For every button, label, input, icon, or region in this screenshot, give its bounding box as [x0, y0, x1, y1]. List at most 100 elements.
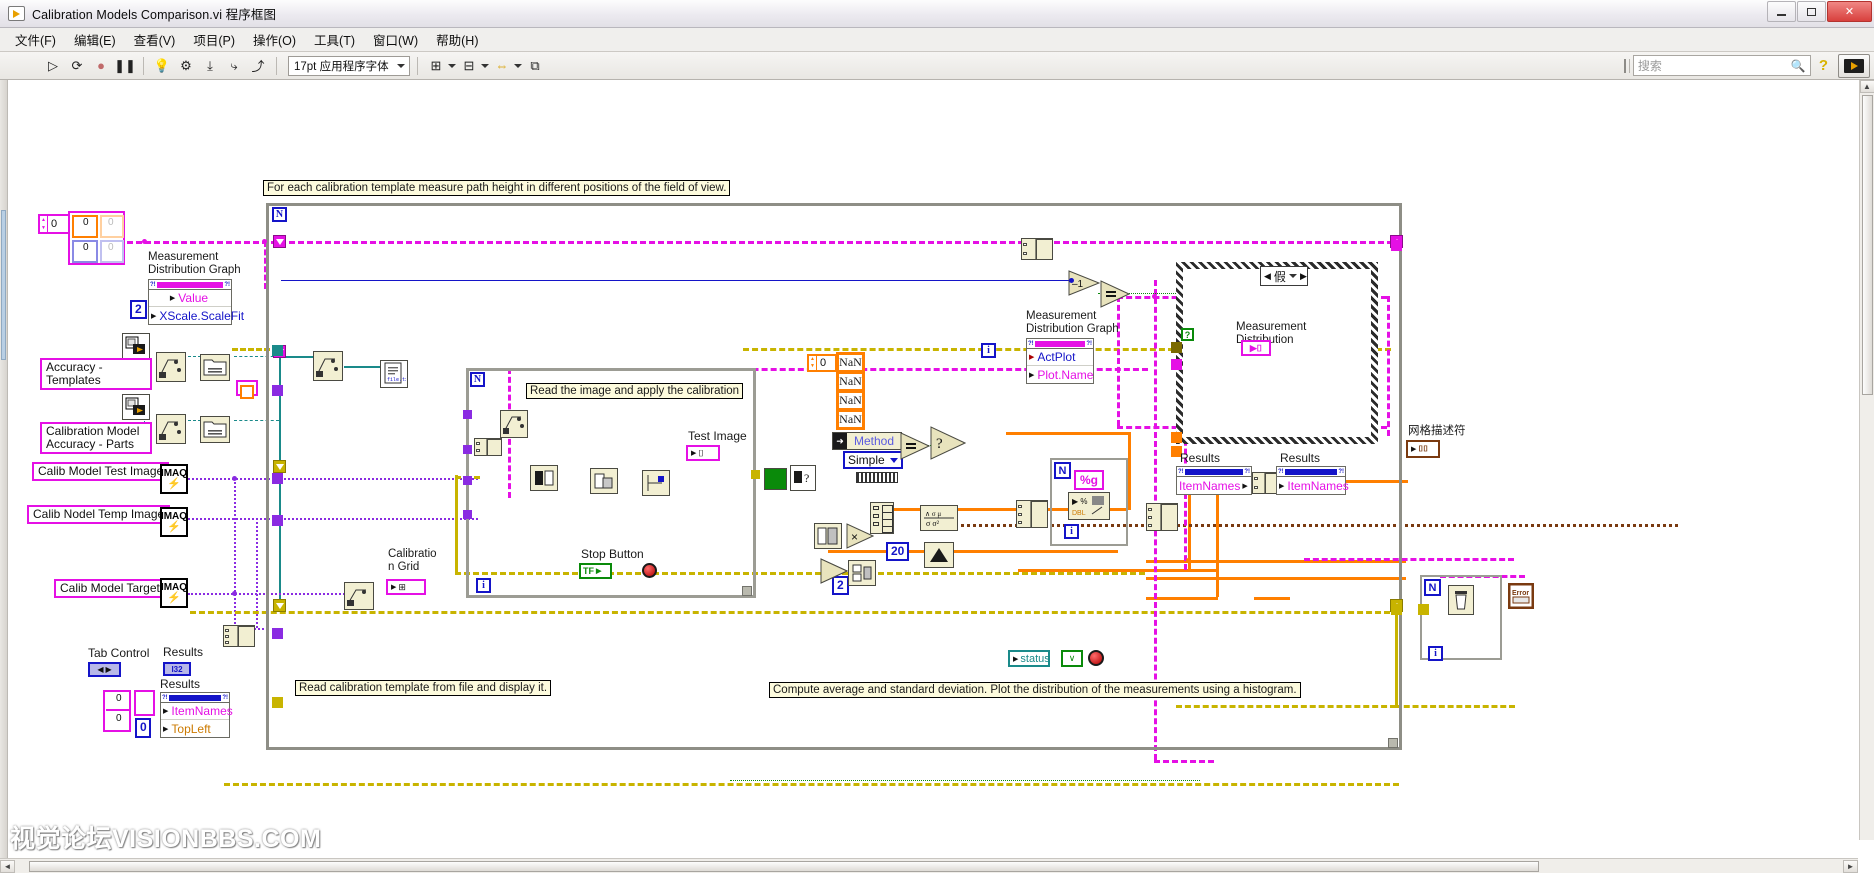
terminal-tab-control[interactable]: ◀ ▶: [88, 662, 121, 677]
highlight-execution-icon[interactable]: 💡: [151, 55, 173, 77]
vi-node-path-split-2[interactable]: [156, 414, 186, 444]
string-constant-tab[interactable]: [134, 690, 155, 716]
spin-arrows-icon[interactable]: ▲ ▼: [809, 356, 817, 370]
vi-node-file-read-1[interactable]: [200, 354, 230, 381]
labview-logo-button[interactable]: [1838, 54, 1870, 78]
menu-help[interactable]: 帮助(H): [427, 28, 487, 51]
decrement-node[interactable]: –1: [1068, 270, 1100, 296]
toolbar-grip[interactable]: [1623, 58, 1630, 73]
select-node[interactable]: ?: [930, 426, 966, 460]
vi-node-query[interactable]: ?: [790, 465, 816, 491]
terminal-test-image[interactable]: ▶ ⌷: [686, 445, 720, 461]
label-accuracy-templates[interactable]: Accuracy - Templates: [40, 358, 152, 390]
label-calib-nodel-temp-image[interactable]: Calib Nodel Temp Image: [27, 505, 171, 524]
font-selector[interactable]: 17pt 应用程序字体: [288, 55, 410, 76]
terminal-status-bool[interactable]: ∨: [1061, 650, 1083, 667]
comment-compute-stats[interactable]: Compute average and standard deviation. …: [769, 682, 1301, 698]
comparison-equal-node-2[interactable]: [1100, 280, 1130, 308]
const-nan-1[interactable]: NaN: [836, 352, 865, 373]
help-icon[interactable]: ?: [1819, 57, 1828, 74]
vi-node-file-read-2[interactable]: [200, 416, 230, 443]
vi-node-image-op-1[interactable]: [530, 465, 558, 491]
scroll-up-arrow[interactable]: ▲: [1859, 80, 1874, 93]
terminal-imaq-temp-image[interactable]: IMAQ ⚡: [160, 507, 188, 537]
const-twenty[interactable]: 20: [886, 542, 910, 561]
terminal-grid-descriptor[interactable]: ▶ ⌷⌷: [1406, 440, 1440, 458]
const-nan-2[interactable]: NaN: [836, 371, 865, 392]
vi-node-imaq-read-1[interactable]: [500, 410, 528, 438]
bundle-node-results[interactable]: [1146, 503, 1178, 531]
vi-node-array-op[interactable]: [814, 523, 842, 549]
terminal-calibration-grid[interactable]: ▶ ⊞: [386, 579, 426, 595]
vi-node-path-build[interactable]: [313, 351, 343, 381]
comment-read-template[interactable]: Read calibration template from file and …: [295, 680, 552, 696]
menu-view[interactable]: 查看(V): [125, 28, 185, 51]
terminal-error-out[interactable]: Error: [1508, 583, 1534, 609]
horizontal-scrollbar[interactable]: ◄ ►: [0, 858, 1858, 873]
run-button[interactable]: ▷: [42, 55, 64, 77]
propnode-row-topleft[interactable]: ▶ TopLeft: [161, 720, 229, 737]
vi-node-green-marker[interactable]: [764, 468, 787, 490]
cluster-constant-tab[interactable]: 0 0: [103, 690, 131, 732]
vi-node-file-dialog-2[interactable]: [122, 394, 150, 420]
terminal-imaq-target[interactable]: IMAQ ⚡: [160, 578, 188, 608]
const-two-xscale[interactable]: 2: [130, 300, 147, 319]
not-node[interactable]: [820, 558, 848, 584]
const-zero-nan-array[interactable]: ▲ ▼ 0: [807, 354, 837, 372]
step-into-icon[interactable]: ⤓: [199, 55, 221, 77]
vi-node-image-op-3[interactable]: [642, 470, 670, 496]
const-format-g[interactable]: %g: [1074, 470, 1104, 490]
resize-objects-button[interactable]: ⇔: [491, 55, 522, 77]
terminal-file-path[interactable]: file.txt: [380, 360, 408, 388]
vi-node-image-op-2[interactable]: [590, 468, 618, 494]
vertical-scroll-thumb[interactable]: [1861, 95, 1873, 395]
multiply-node[interactable]: ×: [846, 523, 874, 549]
horizontal-scroll-track[interactable]: [15, 860, 1843, 873]
comment-read-image[interactable]: Read the image and apply the calibration: [526, 383, 744, 399]
run-continuously-button[interactable]: ⟳: [66, 55, 88, 77]
propnode-measurement-distribution-graph-left[interactable]: ?! ?! ▶ Value ▶ XScale.ScaleFit: [148, 279, 244, 325]
propnode-results-right[interactable]: ?! ?! ▶ ItemNames: [1276, 466, 1349, 495]
const-nan-4[interactable]: NaN: [836, 409, 865, 430]
case-next-arrow[interactable]: ▶: [1300, 271, 1307, 282]
case-prev-arrow[interactable]: ◀: [1264, 271, 1271, 282]
const-nan-3[interactable]: NaN: [836, 390, 865, 411]
step-out-icon[interactable]: ⤴: [247, 55, 269, 77]
vi-node-format-value[interactable]: ▶ % DBL: [1068, 492, 1110, 520]
terminal-results-i32[interactable]: I32: [163, 662, 191, 676]
comparison-equal-node-1[interactable]: [900, 432, 930, 460]
spin-arrows-icon[interactable]: ▲ ▼: [40, 216, 48, 232]
label-calib-model-target[interactable]: Calib Model Target: [54, 579, 166, 598]
propnode-measurement-distribution-graph-right[interactable]: ?! ?! ▶ ActPlot ▶ Plot.Name: [1026, 338, 1094, 384]
label-calibration-model-accuracy-parts[interactable]: Calibration Model Accuracy - Parts: [40, 422, 152, 454]
vi-node-mean-sigma[interactable]: ∧ σ μ σ σ²: [920, 505, 958, 531]
abort-button[interactable]: ●: [90, 55, 112, 77]
cluster-constant-2x2[interactable]: 0 0 0 0: [68, 211, 125, 265]
align-objects-button[interactable]: ⊞: [425, 55, 456, 77]
block-diagram-canvas[interactable]: N i N i N i N i ◀: [0, 80, 1874, 873]
vi-node-path-split-1[interactable]: [156, 352, 186, 382]
case-structure-measurement-distribution[interactable]: [1176, 262, 1378, 444]
propnode-row-plotname[interactable]: ▶ Plot.Name: [1027, 366, 1093, 383]
comment-outer-loop[interactable]: For each calibration template measure pa…: [263, 180, 731, 196]
search-input[interactable]: 搜索 🔍: [1632, 55, 1811, 76]
bundle-node-graph[interactable]: [1021, 238, 1053, 260]
scroll-right-arrow[interactable]: ►: [1843, 859, 1858, 873]
menu-project[interactable]: 项目(P): [184, 28, 244, 51]
pause-button[interactable]: ❚❚: [114, 55, 136, 77]
case-selector-dropdown[interactable]: ◀ 假 ▶: [1260, 266, 1308, 286]
outer-loop-resize-handle[interactable]: [1388, 738, 1398, 748]
vi-node-dispose-image[interactable]: [1448, 585, 1474, 615]
const-zero-tab-c[interactable]: 0: [135, 718, 151, 738]
left-gutter-thumb[interactable]: [1, 210, 6, 360]
diagram-surface[interactable]: N i N i N i N i ◀: [8, 80, 1856, 840]
menu-window[interactable]: 窗口(W): [364, 28, 427, 51]
reorder-icon[interactable]: ⧉: [524, 55, 546, 77]
inner-loop-resize-handle[interactable]: [742, 586, 752, 596]
vi-node-build-array[interactable]: [848, 560, 876, 586]
vi-node-calibration-grid[interactable]: [344, 582, 374, 610]
vi-node-file-dialog-1[interactable]: [122, 333, 150, 359]
label-calib-model-test-image[interactable]: Calib Model Test Image: [32, 462, 170, 481]
menu-edit[interactable]: 编辑(E): [65, 28, 125, 51]
step-over-icon[interactable]: ⤷: [223, 55, 245, 77]
